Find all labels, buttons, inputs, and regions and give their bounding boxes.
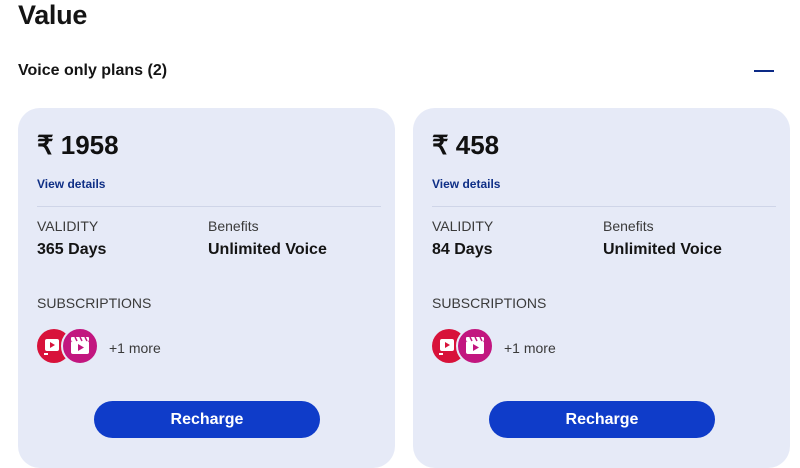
validity-label: VALIDITY	[432, 218, 494, 234]
recharge-button[interactable]: Recharge	[489, 401, 715, 438]
plan-card: ₹ 1958 View details VALIDITY 365 Days Be…	[18, 108, 395, 468]
validity-value: 365 Days	[37, 241, 107, 258]
section-title[interactable]: Voice only plans (2)	[18, 62, 167, 80]
subscription-icons	[37, 327, 99, 365]
view-details-link[interactable]: View details	[37, 177, 105, 191]
clapperboard-icon	[61, 327, 99, 365]
plan-card: ₹ 458 View details VALIDITY 84 Days Bene…	[413, 108, 790, 468]
plan-price: ₹ 458	[432, 130, 500, 160]
collapse-section-button[interactable]	[752, 61, 776, 81]
minus-icon	[754, 70, 774, 72]
subscription-icons	[432, 327, 494, 365]
subscriptions-label: SUBSCRIPTIONS	[37, 295, 152, 311]
clapperboard-icon	[456, 327, 494, 365]
benefits-label: Benefits	[208, 218, 259, 234]
page-title: Value	[18, 0, 88, 30]
benefits-value: Unlimited Voice	[603, 241, 722, 258]
validity-value: 84 Days	[432, 241, 493, 258]
subscriptions-more[interactable]: +1 more	[504, 340, 556, 356]
subscriptions-more[interactable]: +1 more	[109, 340, 161, 356]
divider	[432, 206, 776, 207]
plan-price: ₹ 1958	[37, 130, 119, 160]
recharge-button[interactable]: Recharge	[94, 401, 320, 438]
subscriptions-label: SUBSCRIPTIONS	[432, 295, 547, 311]
view-details-link[interactable]: View details	[432, 177, 500, 191]
benefits-label: Benefits	[603, 218, 654, 234]
validity-label: VALIDITY	[37, 218, 99, 234]
divider	[37, 206, 381, 207]
benefits-value: Unlimited Voice	[208, 241, 327, 258]
